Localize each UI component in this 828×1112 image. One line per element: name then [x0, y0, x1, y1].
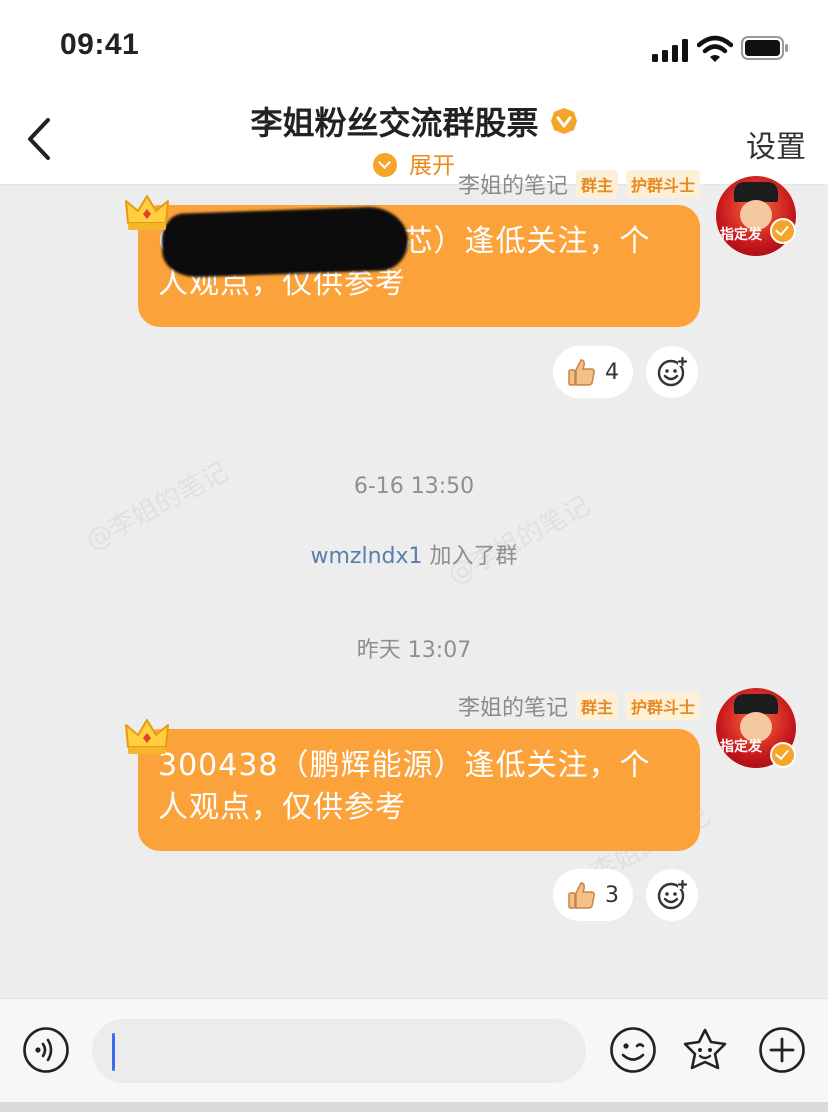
add-emoji-icon [657, 879, 688, 910]
crown-icon [125, 719, 169, 754]
sender-name[interactable]: 李姐的笔记 [458, 168, 568, 200]
wifi-icon [697, 35, 733, 62]
group-title[interactable]: 李姐粉丝交流群股票 [250, 98, 538, 144]
role-tag-guardian: 护群斗士 [625, 692, 700, 720]
like-reaction[interactable]: 4 [553, 346, 633, 398]
message-bubble[interactable]: 300438（鹏辉能源）逢低关注，个人观点，仅供参考 [138, 729, 700, 851]
settings-button[interactable]: 设置 [746, 122, 806, 166]
role-tag-guardian: 护群斗士 [625, 170, 700, 198]
message-text: 300438（鹏辉能源）逢低关注，个人观点，仅供参考 [158, 748, 651, 825]
status-time: 09:41 [60, 28, 140, 61]
message-sender-line: 李姐的笔记 群主 护群斗士 [458, 168, 700, 200]
add-reaction-button[interactable] [646, 869, 698, 921]
like-count: 4 [605, 359, 619, 385]
like-reaction[interactable]: 3 [553, 869, 633, 921]
role-tag-owner: 群主 [575, 170, 618, 198]
expand-toggle[interactable]: 展开 [0, 146, 828, 180]
battery-icon [741, 36, 788, 60]
verified-badge-icon [550, 108, 577, 134]
avatar[interactable]: 指定发 [716, 176, 796, 256]
thumbs-up-icon [568, 359, 595, 386]
timestamp: 6-16 13:50 [353, 474, 475, 499]
signal-icon [652, 38, 690, 62]
sticker-icon[interactable] [681, 1026, 729, 1074]
add-emoji-icon [657, 356, 688, 387]
sender-name[interactable]: 李姐的笔记 [458, 690, 568, 722]
text-caret [112, 1033, 115, 1071]
message-sender-line: 李姐的笔记 群主 护群斗士 [458, 690, 700, 722]
emoji-icon[interactable] [609, 1026, 657, 1074]
title-row: 李姐粉丝交流群股票 [0, 98, 828, 144]
message-input[interactable] [92, 1019, 586, 1083]
plus-icon[interactable] [758, 1026, 806, 1074]
thumbs-up-icon [568, 882, 595, 909]
role-tag-owner: 群主 [575, 692, 618, 720]
system-message-action: 加入了群 [422, 544, 518, 569]
avatar-text: 指定发 [720, 227, 762, 243]
chat-header: 李姐粉丝交流群股票 展开 设置 [0, 96, 828, 185]
avatar-text: 指定发 [720, 739, 762, 755]
verified-badge-icon [770, 742, 796, 768]
status-bar: 09:41 [0, 0, 828, 96]
like-count: 3 [605, 882, 619, 908]
message-input-bar [0, 998, 828, 1112]
voice-input-icon[interactable] [22, 1026, 70, 1074]
verified-badge-icon [770, 218, 796, 244]
timestamp: 昨天 13:07 [356, 638, 472, 663]
crown-icon [125, 195, 169, 230]
redaction-scribble [160, 205, 410, 279]
system-message-user[interactable]: wmzlndx1 [310, 544, 422, 569]
add-reaction-button[interactable] [646, 346, 698, 398]
system-message: wmzlndx1 加入了群 [0, 538, 828, 570]
chevron-down-icon [373, 153, 397, 177]
expand-label: 展开 [409, 153, 455, 179]
